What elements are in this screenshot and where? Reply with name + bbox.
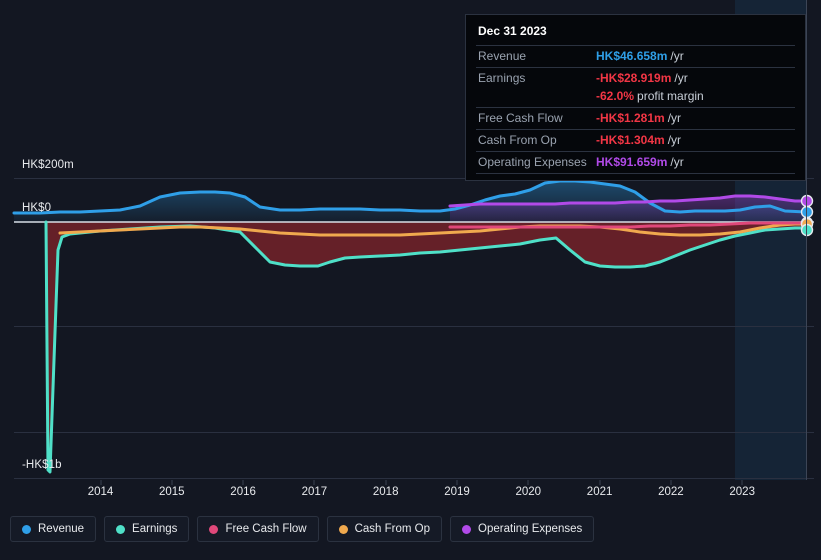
x-axis-tick-2018: 2018 [372, 486, 399, 498]
financial-chart-widget: HK$200m HK$0 -HK$1b 2014 2015 2016 2017 2018… [0, 0, 821, 560]
tooltip-value-number: -HK$1.304m [596, 133, 665, 147]
legend-item-revenue[interactable]: Revenue [10, 516, 97, 542]
legend-item-label: Revenue [38, 523, 85, 535]
tooltip-row: Free Cash Flow -HK$1.281m/yr [476, 107, 795, 129]
legend-color-dot [338, 524, 348, 534]
x-axis-tick-2021: 2021 [586, 486, 613, 498]
x-axis-tick-mark [599, 480, 601, 485]
legend-color-dot [209, 524, 219, 534]
x-axis: 2014 2015 2016 2017 2018 2019 2020 2021 2022 2023 [0, 480, 821, 508]
legend-color-dot [116, 524, 126, 534]
tooltip-row: Revenue HK$46.658m/yr [476, 45, 795, 67]
tooltip-row-label: Operating Expenses [478, 155, 587, 169]
tooltip-row: Operating Expenses HK$91.659m/yr [476, 151, 795, 174]
x-axis-tick-2016: 2016 [230, 486, 256, 498]
tooltip-row-value: HK$91.659m/yr [596, 155, 684, 170]
legend-item-operating-expenses[interactable]: Operating Expenses [450, 516, 595, 542]
x-axis-tick-mark [171, 480, 173, 485]
tooltip-value-number: -HK$28.919m [596, 71, 672, 85]
tooltip-row-label: Free Cash Flow [478, 111, 563, 125]
x-axis-tick-mark [242, 480, 244, 485]
tooltip-row-value: -HK$28.919m/yr [596, 71, 688, 86]
tooltip-row-value: -HK$1.281m/yr [596, 111, 681, 126]
tooltip-value-unit: /yr [667, 111, 682, 125]
tooltip-value-unit: profit margin [637, 89, 704, 103]
tooltip-value-unit: /yr [674, 71, 688, 85]
x-axis-tick-2020: 2020 [515, 486, 542, 498]
legend-item-earnings[interactable]: Earnings [104, 516, 190, 542]
legend-item-label: Cash From Op [354, 523, 431, 535]
tooltip-value-number: HK$91.659m [596, 155, 668, 169]
y-axis-label-bottom: -HK$1b [22, 459, 62, 471]
tooltip-row-label: Revenue [478, 49, 527, 63]
x-axis-tick-mark [313, 480, 315, 485]
tooltip-value-unit: /yr [667, 133, 682, 147]
x-axis-tick-2014: 2014 [87, 486, 114, 498]
legend-color-dot [22, 524, 31, 534]
data-tooltip: Dec 31 2023 Revenue HK$46.658m/yr Earnings… [465, 14, 806, 181]
legend-item-cash-from-op[interactable]: Cash From Op [326, 516, 443, 542]
tooltip-row-label: Earnings [478, 71, 526, 85]
x-axis-tick-mark [527, 480, 529, 485]
legend-color-dot [462, 524, 472, 534]
tooltip-row-label: Cash From Op [478, 133, 557, 147]
x-axis-tick-2022: 2022 [658, 486, 684, 498]
x-axis-tick-mark [741, 480, 743, 485]
tooltip-row: -62.0% profit margin [476, 89, 795, 107]
legend-item-free-cash-flow[interactable]: Free Cash Flow [197, 516, 319, 542]
x-axis-tick-mark [385, 480, 387, 485]
x-axis-tick-mark [456, 480, 458, 485]
tooltip-row-value: -HK$1.304m/yr [596, 133, 681, 148]
legend-item-label: Earnings [132, 523, 178, 535]
tooltip-value-number: HK$46.658m [596, 49, 668, 63]
x-axis-tick-2017: 2017 [301, 486, 328, 498]
tooltip-value-number: -HK$1.281m [596, 111, 665, 125]
x-axis-tick-mark [100, 480, 101, 485]
tooltip-value-unit: /yr [670, 155, 684, 169]
tooltip-rows: Revenue HK$46.658m/yr Earnings -HK$28.919m /… [476, 45, 795, 174]
tooltip-row-value: -62.0% profit margin [596, 89, 704, 104]
y-axis-label-top: HK$200m [22, 159, 74, 171]
tooltip-value-unit: /yr [670, 49, 684, 63]
x-axis-tick-2023: 2023 [729, 486, 755, 498]
x-axis-tick-2019: 2019 [444, 486, 470, 498]
tooltip-row: Cash From Op -HK$1.304m/yr [476, 129, 795, 151]
x-axis-tick-2015: 2015 [159, 486, 185, 498]
tooltip-row: Earnings -HK$28.919m/yr [476, 67, 795, 89]
legend-item-label: Operating Expenses [478, 523, 583, 535]
tooltip-date: Dec 31 2023 [478, 24, 547, 38]
chart-legend[interactable]: Revenue Earnings Free Cash Flow Cash From O… [10, 516, 595, 542]
legend-item-label: Free Cash Flow [225, 523, 307, 535]
y-axis-label-zero: HK$0 [22, 202, 52, 214]
x-axis-tick-mark [670, 480, 672, 485]
tooltip-value-number: -62.0% [596, 89, 635, 103]
tooltip-row-value: HK$46.658m/yr [596, 49, 684, 64]
